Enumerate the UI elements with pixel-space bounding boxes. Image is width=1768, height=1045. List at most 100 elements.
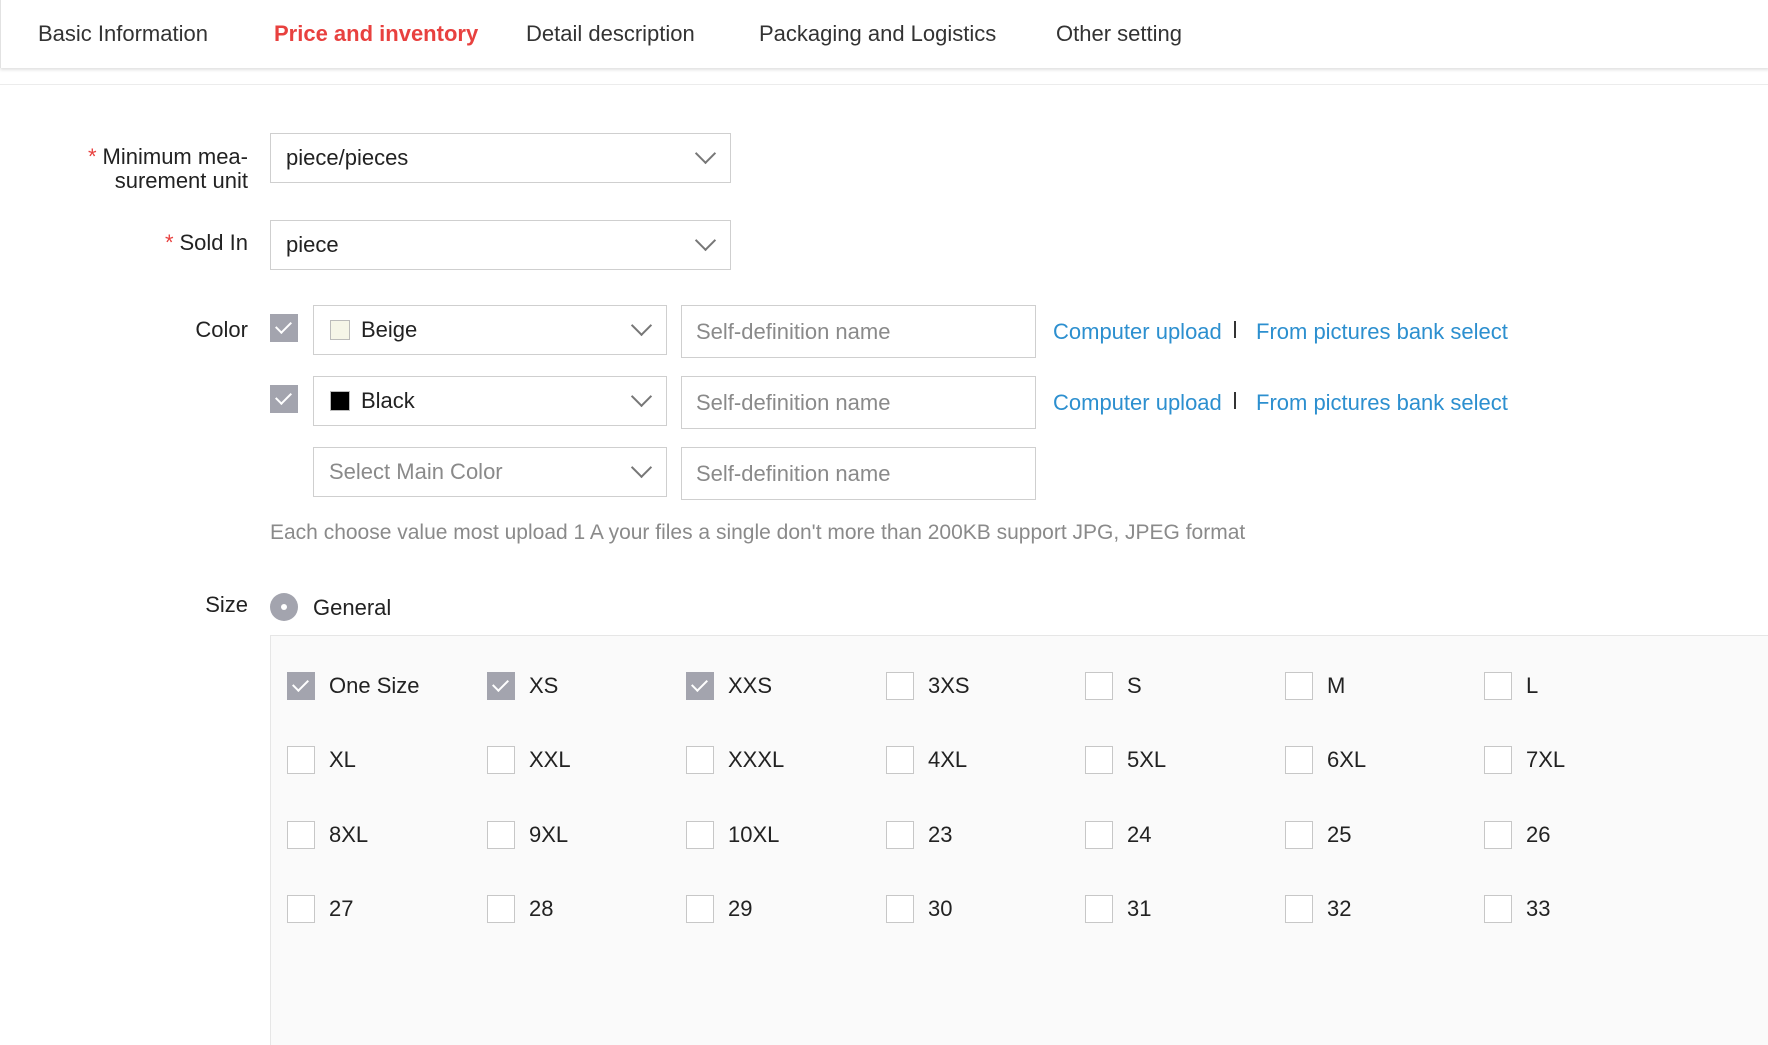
size-checkbox[interactable]: [1285, 746, 1313, 774]
computer-upload-link-black[interactable]: Computer upload: [1053, 390, 1222, 416]
size-label: Size: [205, 592, 248, 617]
tab-other-setting[interactable]: Other setting: [1056, 0, 1182, 68]
chevron-down-icon: [630, 385, 653, 408]
pictures-bank-link-black[interactable]: From pictures bank select: [1256, 390, 1508, 416]
size-option-label: 33: [1526, 896, 1551, 921]
color-swatch-beige: [330, 320, 350, 340]
size-checkbox[interactable]: [1285, 895, 1313, 923]
size-checkbox[interactable]: [487, 821, 515, 849]
color-value-black: Black: [361, 388, 415, 413]
size-checkbox[interactable]: [287, 672, 315, 700]
sold-in-value: piece: [286, 232, 339, 257]
self-definition-name-input-new[interactable]: [681, 447, 1036, 500]
color-beige-checkbox[interactable]: [270, 314, 298, 342]
size-option-label: 5XL: [1127, 747, 1167, 772]
select-main-color-dropdown[interactable]: Select Main Color: [313, 447, 667, 497]
size-checkbox[interactable]: [1285, 672, 1313, 700]
link-separator: [1234, 321, 1236, 338]
size-checkbox[interactable]: [287, 895, 315, 923]
size-option-label: XL: [329, 747, 356, 772]
min-unit-select[interactable]: piece/pieces: [270, 133, 731, 183]
self-definition-name-input-black[interactable]: [681, 376, 1036, 429]
size-general-radio[interactable]: [270, 593, 298, 621]
size-checkbox[interactable]: [1085, 821, 1113, 849]
tab-basic-information[interactable]: Basic Information: [38, 0, 208, 68]
size-checkbox[interactable]: [886, 672, 914, 700]
size-checkbox[interactable]: [686, 746, 714, 774]
tab-detail-description[interactable]: Detail description: [526, 0, 695, 68]
color-select-black[interactable]: Black: [313, 376, 667, 426]
size-option-label: One Size: [329, 673, 420, 698]
size-option-label: 23: [928, 822, 953, 847]
size-option-label: 3XS: [928, 673, 970, 698]
size-checkbox[interactable]: [886, 895, 914, 923]
size-checkbox[interactable]: [1085, 895, 1113, 923]
size-checkbox[interactable]: [1285, 821, 1313, 849]
size-checkbox[interactable]: [487, 746, 515, 774]
required-mark: *: [87, 144, 97, 169]
size-checkbox[interactable]: [487, 895, 515, 923]
size-checkbox[interactable]: [287, 821, 315, 849]
size-option-label: XXS: [728, 673, 773, 698]
size-checkbox[interactable]: [1484, 672, 1512, 700]
tab-price-and-inventory[interactable]: Price and inventory: [274, 0, 478, 68]
pictures-bank-link-beige[interactable]: From pictures bank select: [1256, 319, 1508, 345]
size-checkbox[interactable]: [1085, 672, 1113, 700]
size-option-label: 30: [928, 896, 953, 921]
tab-packaging-and-logistics[interactable]: Packaging and Logistics: [759, 0, 996, 68]
size-option-label: L: [1526, 673, 1539, 698]
color-value-beige: Beige: [361, 317, 418, 342]
sold-in-label-text: Sold In: [179, 230, 249, 255]
chevron-down-icon: [630, 456, 653, 479]
size-option-label: 25: [1327, 822, 1352, 847]
size-option-label: 9XL: [529, 822, 569, 847]
size-option-label: XXXL: [728, 747, 785, 772]
chevron-down-icon: [630, 314, 653, 337]
size-option-label: 28: [529, 896, 554, 921]
size-checkbox[interactable]: [487, 672, 515, 700]
size-checkbox[interactable]: [1484, 746, 1512, 774]
size-checkbox[interactable]: [886, 821, 914, 849]
size-option-label: 8XL: [329, 822, 369, 847]
size-options-panel: One Size XS XXS 3XS S M L XL XXL XXXL 4XL 5XL 6XL 7XL…: [270, 635, 1768, 1045]
color-swatch-black: [330, 391, 350, 411]
tab-divider: [0, 84, 1768, 85]
chevron-down-icon: [694, 229, 717, 252]
size-general-label: General: [313, 595, 392, 620]
sold-in-label: * Sold In: [165, 231, 248, 255]
size-option-label: 29: [728, 896, 753, 921]
self-definition-name-input-beige[interactable]: [681, 305, 1036, 358]
size-option-label: 10XL: [728, 822, 780, 847]
size-option-label: 7XL: [1526, 747, 1566, 772]
link-separator: [1234, 392, 1236, 409]
size-option-label: 4XL: [928, 747, 968, 772]
size-option-label: S: [1127, 673, 1142, 698]
sold-in-select[interactable]: piece: [270, 220, 731, 270]
size-checkbox[interactable]: [686, 895, 714, 923]
size-checkbox[interactable]: [1484, 895, 1512, 923]
min-unit-label-line1: Minimum mea-: [102, 144, 248, 169]
color-select-beige[interactable]: Beige: [313, 305, 667, 355]
min-unit-value: piece/pieces: [286, 145, 409, 170]
size-checkbox[interactable]: [1484, 821, 1512, 849]
size-option-label: XXL: [529, 747, 571, 772]
size-option-label: 31: [1127, 896, 1152, 921]
size-checkbox[interactable]: [886, 746, 914, 774]
computer-upload-link-beige[interactable]: Computer upload: [1053, 319, 1222, 345]
color-label: Color: [195, 317, 248, 342]
size-checkbox[interactable]: [686, 672, 714, 700]
size-option-label: 27: [329, 896, 354, 921]
size-option-label: M: [1327, 673, 1346, 698]
min-unit-label: * Minimum mea- surement unit: [88, 145, 248, 193]
size-checkbox[interactable]: [287, 746, 315, 774]
size-checkbox[interactable]: [686, 821, 714, 849]
select-main-color-placeholder: Select Main Color: [329, 459, 503, 484]
size-option-label: 24: [1127, 822, 1152, 847]
chevron-down-icon: [694, 142, 717, 165]
color-black-checkbox[interactable]: [270, 385, 298, 413]
size-option-label: XS: [529, 673, 559, 698]
upload-hint-text: Each choose value most upload 1 A your f…: [270, 521, 1246, 544]
size-checkbox[interactable]: [1085, 746, 1113, 774]
size-option-label: 6XL: [1327, 747, 1367, 772]
size-option-label: 26: [1526, 822, 1551, 847]
